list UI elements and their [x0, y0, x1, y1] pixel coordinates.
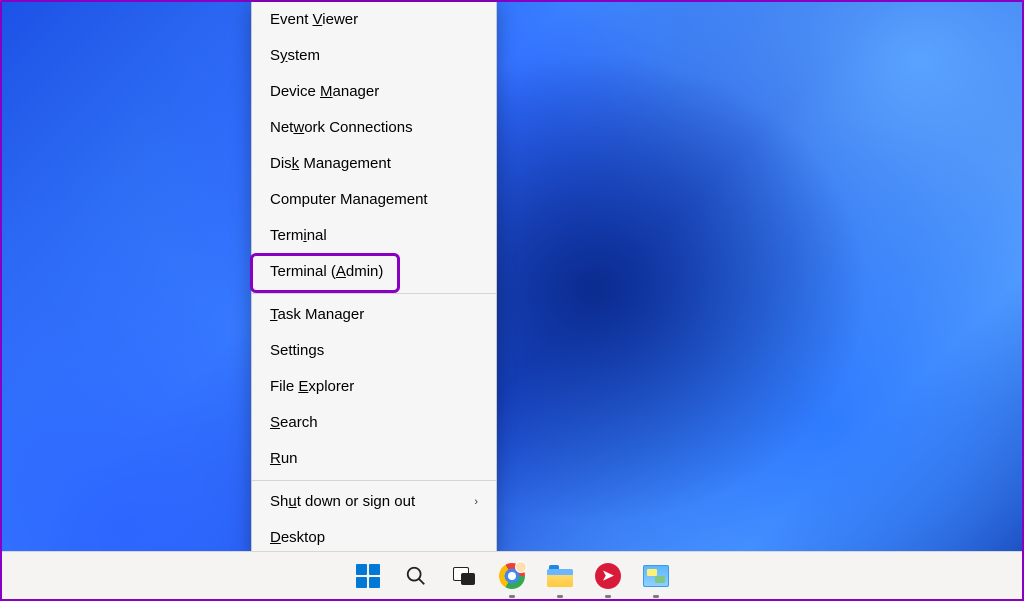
taskbar-app-chrome[interactable]: [492, 556, 532, 596]
taskbar-app-file-explorer[interactable]: [540, 556, 580, 596]
taskbar: ➤: [2, 551, 1022, 599]
chrome-icon: [499, 563, 525, 589]
menu-item[interactable]: Disk Management: [252, 146, 496, 182]
start-button[interactable]: [348, 556, 388, 596]
task-view-icon: [453, 567, 475, 585]
file-explorer-icon: [547, 565, 573, 587]
menu-item[interactable]: File Explorer: [252, 369, 496, 405]
desktop-wallpaper: [2, 2, 1022, 599]
search-icon: [405, 565, 427, 587]
menu-item[interactable]: Network Connections: [252, 110, 496, 146]
menu-item[interactable]: Computer Management: [252, 182, 496, 218]
windows-start-icon: [356, 564, 380, 588]
menu-item-label: Terminal (Admin): [270, 262, 383, 282]
control-panel-icon: [643, 565, 669, 587]
menu-item-label: Desktop: [270, 528, 325, 548]
search-button[interactable]: [396, 556, 436, 596]
chevron-right-icon: ›: [474, 492, 478, 512]
menu-item[interactable]: Event Viewer: [252, 2, 496, 38]
menu-item-label: Settings: [270, 341, 324, 361]
menu-separator: [252, 293, 496, 294]
menu-item-label: Network Connections: [270, 118, 413, 138]
menu-item-label: Terminal: [270, 226, 327, 246]
menu-item[interactable]: Settings: [252, 333, 496, 369]
winx-context-menu: Event Viewer System Device Manager Network …: [251, 2, 497, 559]
menu-item[interactable]: Device Manager: [252, 74, 496, 110]
menu-item-label: Search: [270, 413, 318, 433]
menu-item[interactable]: Terminal (Admin): [252, 254, 496, 290]
menu-item-label: Device Manager: [270, 82, 379, 102]
taskbar-app-red[interactable]: ➤: [588, 556, 628, 596]
menu-item-label: Run: [270, 449, 298, 469]
menu-item[interactable]: System: [252, 38, 496, 74]
menu-item[interactable]: Shut down or sign out ›: [252, 484, 496, 520]
red-app-icon: ➤: [595, 563, 621, 589]
menu-separator: [252, 480, 496, 481]
taskbar-app-control-panel[interactable]: [636, 556, 676, 596]
menu-item-label: File Explorer: [270, 377, 354, 397]
menu-item-label: Event Viewer: [270, 10, 358, 30]
menu-item-label: Computer Management: [270, 190, 428, 210]
menu-item[interactable]: Terminal: [252, 218, 496, 254]
menu-item-label: Task Manager: [270, 305, 364, 325]
menu-item-label: Disk Management: [270, 154, 391, 174]
menu-item-label: Shut down or sign out: [270, 492, 415, 512]
menu-item-label: System: [270, 46, 320, 66]
menu-item[interactable]: Task Manager: [252, 297, 496, 333]
task-view-button[interactable]: [444, 556, 484, 596]
menu-item[interactable]: Search: [252, 405, 496, 441]
menu-item[interactable]: Run: [252, 441, 496, 477]
